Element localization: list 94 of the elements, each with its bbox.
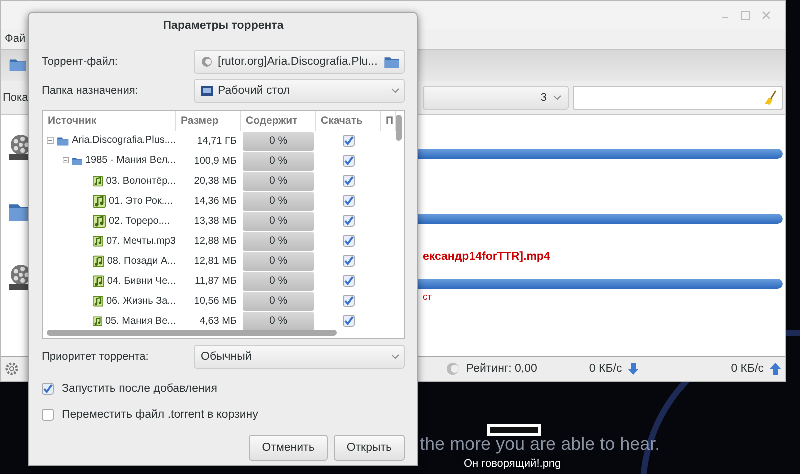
file-name: 08. Позади А... xyxy=(107,256,176,266)
progress-bar: 0 % xyxy=(243,152,314,170)
music-file-icon xyxy=(93,214,106,228)
music-file-icon xyxy=(93,174,104,188)
scrollbar-thumb[interactable] xyxy=(47,330,337,336)
field-label: Папка назначения: xyxy=(42,85,140,97)
file-name: 07. Мечты.mp3 xyxy=(106,236,176,246)
file-chooser[interactable]: [rutor.org]Aria.Discografia.Plu... xyxy=(194,50,405,74)
field-label: Приоритет торрента: xyxy=(42,351,150,363)
music-file-icon xyxy=(93,194,106,208)
folder-dropdown[interactable]: Рабочий стол xyxy=(194,79,405,103)
checkbox[interactable] xyxy=(342,275,354,287)
folder-icon xyxy=(56,134,70,148)
file-name: 06. Жизнь За... xyxy=(106,296,176,306)
broom-icon[interactable] xyxy=(764,90,778,106)
music-file-icon xyxy=(93,274,104,288)
checkbox[interactable] xyxy=(342,315,354,327)
file-size: 12,81 МБ xyxy=(193,256,238,266)
file-name: 01. Это Рок.... xyxy=(109,196,173,206)
checkbox[interactable] xyxy=(342,155,354,167)
column-header[interactable]: Размер xyxy=(176,111,241,131)
download-speed: 0 КБ/с xyxy=(589,363,622,375)
checkbox[interactable] xyxy=(342,175,354,187)
torrent-name: ександр14forTTR].mp4 xyxy=(423,250,550,265)
folder-icon xyxy=(384,56,400,68)
file-size: 12,88 МБ xyxy=(193,236,238,246)
music-file-icon xyxy=(93,234,104,248)
checkbox[interactable] xyxy=(342,295,354,307)
collapse-icon[interactable] xyxy=(63,156,69,166)
file-size: 100,9 МБ xyxy=(193,156,238,166)
desktop-icon xyxy=(201,86,213,96)
settings-icon[interactable] xyxy=(5,362,19,376)
download-arrow-icon xyxy=(628,363,640,375)
file-size: 10,56 МБ xyxy=(193,296,238,306)
rating-text: Рейтинг: 0,00 xyxy=(466,363,538,375)
file-size: 13,38 МБ xyxy=(193,216,238,226)
progress-bar: 0 % xyxy=(243,292,314,310)
menu-item[interactable]: Фай xyxy=(5,33,26,45)
column-header[interactable]: Источник xyxy=(43,111,176,131)
chevron-down-icon xyxy=(391,88,400,94)
file-name: 05. Мания Ве... xyxy=(105,316,176,326)
image-thumbnail[interactable] xyxy=(487,424,541,436)
column-header[interactable]: Скачать xyxy=(316,111,381,131)
scrollbar-thumb[interactable] xyxy=(396,115,402,141)
file-size: 20,38 МБ xyxy=(193,176,238,186)
music-file-icon xyxy=(93,294,104,308)
checkbox[interactable] xyxy=(342,255,354,267)
upload-arrow-icon xyxy=(770,363,781,375)
checkbox[interactable] xyxy=(42,409,54,421)
globe-icon xyxy=(446,362,460,376)
file-name: 04. Бивни Че... xyxy=(107,276,176,286)
progress-bar: 0 % xyxy=(243,312,314,330)
column-header[interactable]: Содержит xyxy=(241,111,316,131)
music-file-icon xyxy=(93,314,102,328)
file-size: 14,36 МБ xyxy=(193,196,238,206)
file-size: 4,63 МБ xyxy=(198,316,238,326)
filter-dropdown[interactable]: 3 xyxy=(423,86,569,110)
file-size: 14,71 ГБ xyxy=(196,136,238,146)
torrent-status: ст xyxy=(423,291,432,305)
wallpaper-slogan: the more you are able to hear. xyxy=(420,434,660,454)
file-size: 11,87 МБ xyxy=(194,276,238,286)
priority-dropdown[interactable]: Обычный xyxy=(194,345,405,369)
checkbox[interactable] xyxy=(342,195,354,207)
desktop-icon-label[interactable]: Он говорящий!.png xyxy=(464,458,562,471)
progress-bar: 0 % xyxy=(243,192,314,210)
progress-bar: 0 % xyxy=(243,272,314,290)
checkbox[interactable] xyxy=(342,235,354,247)
checkbox-label[interactable]: Переместить файл .torrent в корзину xyxy=(62,409,258,421)
file-name: 1985 - Мания Вел... xyxy=(85,155,176,166)
checkbox[interactable] xyxy=(42,383,54,395)
upload-speed: 0 КБ/с xyxy=(731,363,764,375)
torrent-file-icon xyxy=(201,56,213,68)
checkbox[interactable] xyxy=(342,135,354,147)
field-label: Торрент-файл: xyxy=(42,56,119,68)
file-name: Aria.Discografia.Plus.... xyxy=(72,135,176,146)
progress-bar: 0 % xyxy=(243,132,314,150)
filter-label: Пока xyxy=(3,92,30,104)
chevron-down-icon xyxy=(391,354,400,360)
checkbox-label[interactable]: Запустить после добавления xyxy=(62,383,218,395)
checkbox[interactable] xyxy=(342,215,354,227)
collapse-icon[interactable] xyxy=(47,136,54,146)
dialog-button[interactable]: Открыть xyxy=(334,435,405,461)
file-name: 02. Тореро.... xyxy=(109,216,170,226)
progress-bar: 0 % xyxy=(243,172,314,190)
chevron-down-icon xyxy=(553,94,562,100)
folder-icon xyxy=(9,58,27,73)
music-file-icon xyxy=(93,254,104,268)
dialog-button[interactable]: Отменить xyxy=(249,435,328,461)
progress-bar: 0 % xyxy=(243,252,314,270)
file-name: 03. Волонтёр... xyxy=(106,176,176,186)
dialog-title: Параметры торрента xyxy=(162,19,285,34)
progress-bar: 0 % xyxy=(243,212,314,230)
search-field[interactable] xyxy=(573,86,783,110)
progress-bar: 0 % xyxy=(243,232,314,250)
